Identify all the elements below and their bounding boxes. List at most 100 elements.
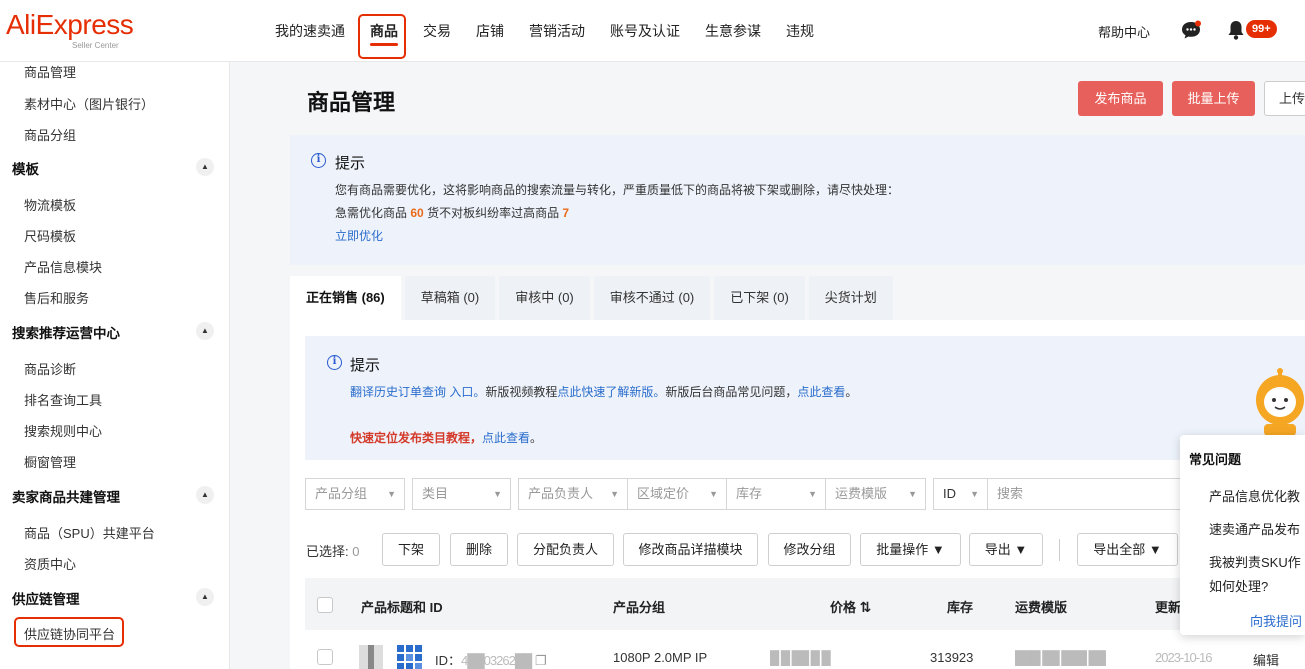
filter-region-price[interactable]: 区域定价 ▼ (627, 478, 727, 510)
selected-count: 已选择: 0 (306, 541, 359, 560)
tab-delisted[interactable]: 已下架 (0) (714, 276, 805, 320)
product-id-value: 4██03262██ (461, 653, 532, 668)
sidebar-item-product-management[interactable]: 商品管理 (24, 62, 76, 81)
sidebar-item-product-info-module[interactable]: 产品信息模块 (24, 257, 102, 276)
nav-orders[interactable]: 交易 (423, 0, 451, 62)
nav-account[interactable]: 账号及认证 (610, 0, 680, 62)
top-bar: AliExpress Seller Center 我的速卖通 商品 交易 店铺 … (0, 0, 1305, 62)
urgent-optimize-label: 急需优化商品 (335, 206, 408, 220)
faq-view-link[interactable]: 点此查看 (797, 385, 845, 399)
upload-button[interactable]: 上传 (1264, 81, 1305, 116)
help-center-link[interactable]: 帮助中心 (1098, 22, 1150, 41)
faq-item-3-cont[interactable]: 如何处理? (1209, 576, 1268, 595)
sidebar-item-search-rules[interactable]: 搜索规则中心 (24, 421, 102, 440)
sidebar-group-co-building[interactable]: 卖家商品共建管理 (12, 486, 120, 506)
select-all-checkbox[interactable] (317, 597, 333, 613)
aliexpress-logo[interactable]: AliExpress Seller Center (6, 10, 134, 51)
notice-title: 提示 (335, 155, 366, 172)
sidebar-item-product-diagnosis[interactable]: 商品诊断 (24, 359, 76, 378)
filter-stock[interactable]: 库存 ▼ (726, 478, 826, 510)
optimize-now-link[interactable]: 立即优化 (335, 227, 383, 244)
faq-item-3[interactable]: 我被判责SKU作 (1209, 552, 1301, 571)
tab-premium-plan[interactable]: 尖货计划 (808, 276, 893, 320)
delete-button[interactable]: 删除 (450, 533, 508, 566)
copy-icon[interactable]: ❐ (535, 653, 547, 668)
sidebar-item-size-template[interactable]: 尺码模板 (24, 226, 76, 245)
col-price[interactable]: 价格 ⇅ (830, 597, 871, 616)
sidebar-item-material-center[interactable]: 素材中心（图片银行） (24, 94, 154, 113)
assign-owner-button[interactable]: 分配负责人 (517, 533, 614, 566)
sidebar-group-supply-chain[interactable]: 供应链管理 (12, 588, 80, 608)
chevron-down-icon: ▼ (387, 489, 396, 499)
sidebar-item-showcase[interactable]: 橱窗管理 (24, 452, 76, 471)
col-updated: 更新 (1155, 600, 1182, 615)
filter-owner[interactable]: 产品负责人 ▼ (518, 478, 628, 510)
edit-group-button[interactable]: 修改分组 (768, 533, 851, 566)
sidebar-group-templates[interactable]: 模板 (12, 158, 39, 178)
qr-code-icon[interactable] (397, 645, 423, 669)
export-button[interactable]: 导出 ▼ (969, 533, 1043, 566)
filter-product-group[interactable]: 产品分组 ▼ (305, 478, 405, 510)
highlight-box-sidebar (14, 617, 124, 647)
product-group-value: 1080P 2.0MP IP (613, 650, 708, 665)
tab-rejected[interactable]: 审核不通过 (0) (593, 276, 711, 320)
collapse-co-building-icon[interactable]: ▲ (196, 486, 214, 504)
status-tabs: 正在销售 (86) 草稿箱 (0) 审核中 (0) 审核不通过 (0) 已下架 … (290, 276, 897, 320)
filter-id-type[interactable]: ID ▼ (933, 478, 988, 510)
tab-on-sale[interactable]: 正在销售 (86) (290, 276, 401, 320)
tab-under-review[interactable]: 审核中 (0) (499, 276, 590, 320)
nav-marketing[interactable]: 营销活动 (529, 0, 585, 62)
chevron-down-icon: ▼ (908, 489, 917, 499)
filter-category[interactable]: 类目 ▼ (412, 478, 511, 510)
faq-title: 常见问题 (1189, 452, 1242, 467)
sidebar-item-shipping-template[interactable]: 物流模板 (24, 195, 76, 214)
edit-detail-module-button[interactable]: 修改商品详描模块 (623, 533, 758, 566)
collapse-supply-chain-icon[interactable]: ▲ (196, 588, 214, 606)
delist-button[interactable]: 下架 (382, 533, 440, 566)
bell-icon[interactable] (1227, 19, 1245, 41)
search-input[interactable]: 搜索 (987, 478, 1182, 510)
chevron-down-icon: ▼ (610, 489, 619, 499)
sidebar-item-product-groups[interactable]: 商品分组 (24, 125, 76, 144)
tips-info-icon: i (327, 355, 342, 370)
chat-icon[interactable] (1180, 20, 1202, 40)
publish-product-button[interactable]: 发布商品 (1078, 81, 1163, 116)
tips-line-2: 快速定位发布类目教程，点此查看。 (350, 429, 542, 446)
sidebar-group-search-ops[interactable]: 搜索推荐运营中心 (12, 322, 120, 342)
dispute-rate-count[interactable]: 7 (562, 206, 569, 220)
notice-counts: 急需优化商品 60 货不对板纠纷率过高商品 7 (335, 204, 569, 221)
faq-item-1[interactable]: 产品信息优化教 (1209, 486, 1300, 505)
nav-my-aliexpress[interactable]: 我的速卖通 (275, 0, 345, 62)
sidebar-item-ranking-tool[interactable]: 排名查询工具 (24, 390, 102, 409)
sidebar-item-after-sales[interactable]: 售后和服务 (24, 288, 89, 307)
faq-item-2[interactable]: 速卖通产品发布 (1209, 519, 1300, 538)
urgent-optimize-count[interactable]: 60 (410, 206, 423, 220)
filter-category-label: 类目 (422, 486, 449, 501)
edit-link[interactable]: 编辑 (1253, 650, 1279, 669)
row-checkbox[interactable] (317, 649, 333, 665)
product-thumbnail[interactable] (359, 645, 383, 669)
ask-me-link[interactable]: 向我提问 (1250, 611, 1302, 630)
bulk-actions-button[interactable]: 批量操作 ▼ (860, 533, 961, 566)
tab-drafts[interactable]: 草稿箱 (0) (404, 276, 496, 320)
sort-icon[interactable]: ⇅ (860, 599, 872, 615)
nav-business-advisor[interactable]: 生意参谋 (705, 0, 761, 62)
export-all-button[interactable]: 导出全部 ▼ (1077, 533, 1178, 566)
dispute-rate-label: 货不对板纠纷率过高商品 (427, 206, 560, 220)
bulk-upload-button[interactable]: 批量上传 (1172, 81, 1255, 116)
sidebar-item-spu-platform[interactable]: 商品（SPU）共建平台 (24, 523, 155, 542)
assistant-mascot-icon[interactable] (1248, 368, 1305, 436)
category-tutorial-link[interactable]: 点此查看 (482, 431, 530, 445)
nav-store[interactable]: 店铺 (476, 0, 504, 62)
search-placeholder: 搜索 (997, 486, 1024, 501)
selected-number: 0 (352, 544, 360, 559)
filter-shipping-template[interactable]: 运费模版 ▼ (825, 478, 926, 510)
translation-history-link[interactable]: 翻译历史订单查询 入口。 (350, 385, 485, 399)
collapse-search-ops-icon[interactable]: ▲ (196, 322, 214, 340)
new-version-link[interactable]: 点此快速了解新版。 (557, 385, 665, 399)
nav-violations[interactable]: 违规 (786, 0, 814, 62)
sidebar-item-qualification[interactable]: 资质中心 (24, 554, 76, 573)
tips-period-2: 。 (530, 431, 543, 445)
collapse-templates-icon[interactable]: ▲ (196, 158, 214, 176)
video-tutorial-label: 新版视频教程 (485, 385, 558, 399)
